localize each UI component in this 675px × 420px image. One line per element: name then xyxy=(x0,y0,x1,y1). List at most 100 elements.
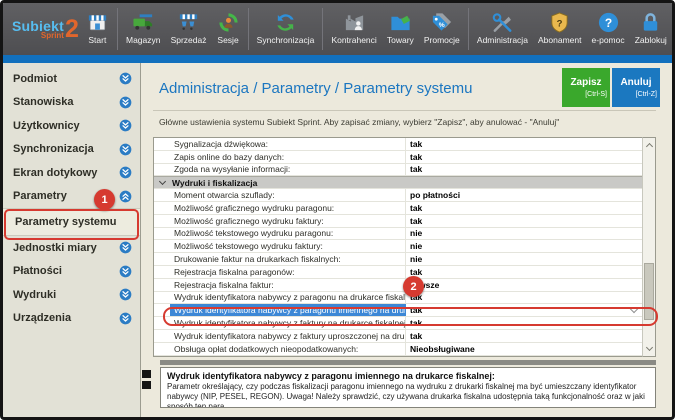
toolbar-item-synchronizacja[interactable]: Synchronizacja xyxy=(255,8,317,50)
sidebar-item-ekran-dotykowy[interactable]: Ekran dotykowy xyxy=(3,161,140,185)
price-tags-icon: % xyxy=(430,11,453,34)
param-row[interactable]: Możliwość tekstowego wydruku faktury: nie xyxy=(154,240,642,254)
param-value: po płatności xyxy=(410,190,461,201)
sidebar-item-podmiot[interactable]: Podmiot xyxy=(3,67,140,91)
row-indent xyxy=(154,343,170,355)
svg-text:%: % xyxy=(439,22,445,29)
sidebar-item-synchronizacja[interactable]: Synchronizacja xyxy=(3,138,140,162)
toolbar-item-label: Administracja xyxy=(476,35,528,45)
parameters-table-wrap: Sygnalizacja dźwiękowa: tak Zapis online d… xyxy=(153,137,656,357)
sidebar-item-parametry[interactable]: Parametry xyxy=(3,185,140,209)
chevron-down-circle-icon[interactable] xyxy=(119,241,132,254)
toolbar-item-kontrahenci[interactable]: Kontrahenci xyxy=(329,8,378,50)
toolbar-item-label: Zablokuj xyxy=(634,35,667,45)
chevron-down-circle-icon[interactable] xyxy=(119,72,132,85)
toolbar-item-abonament[interactable]: ? Abonament xyxy=(536,8,583,50)
sidebar-item-platnosci[interactable]: Płatności xyxy=(3,260,140,284)
param-label: Wydruk identyfikatora nabywcy z faktury … xyxy=(170,329,406,342)
toolbar-item-start[interactable]: Start xyxy=(84,8,111,50)
toolbar-item-administracja[interactable]: Administracja xyxy=(475,8,530,50)
param-section-row[interactable]: Wydruki i fiskalizacja xyxy=(154,176,642,190)
logo-sub: Sprint xyxy=(40,30,64,40)
toolbar-item-sprzedaz[interactable]: Sprzedaż xyxy=(169,8,209,50)
row-indent xyxy=(154,228,170,240)
param-row[interactable]: Zapis online do bazy danych: tak xyxy=(154,150,642,164)
chevron-down-circle-icon[interactable] xyxy=(119,166,132,179)
row-indent xyxy=(154,202,170,214)
toolbar-item-promocje[interactable]: % Promocje xyxy=(422,8,462,50)
breadcrumb: Administracja / Parametry / Parametry sy… xyxy=(159,80,473,97)
sidebar-item-parametry-systemu[interactable]: Parametry systemu xyxy=(3,208,140,236)
splitter-handle[interactable] xyxy=(160,359,656,365)
toolbar-item-sesje[interactable]: Sesje xyxy=(215,8,242,50)
cancel-button-shortcut: [Ctrl-Z] xyxy=(635,91,657,98)
param-label: Zgoda na wysyłanie informacji: xyxy=(170,163,406,176)
param-value: Nieobsługiwane xyxy=(410,343,475,354)
factory-person-icon xyxy=(343,11,366,34)
chevron-down-circle-icon[interactable] xyxy=(119,143,132,156)
app-window: Subiekt Sprint 2 Start Magazyn Sprzedaż Ses… xyxy=(0,0,675,420)
row-indent xyxy=(154,279,170,291)
toolbar-item-label: Promocje xyxy=(423,35,460,45)
param-row[interactable]: Drukowanie faktur na drukarkach fiskalny… xyxy=(154,253,642,266)
sidebar-item-label: Stanowiska xyxy=(13,96,74,109)
save-button[interactable]: Zapisz [Ctrl-S] xyxy=(562,68,610,107)
param-row[interactable]: Wydruk identyfikatora nabywcy z paragonu… xyxy=(154,304,642,318)
svg-text:?: ? xyxy=(557,18,563,29)
param-row[interactable]: Możliwość graficznego wydruku paragonu: t… xyxy=(154,201,642,215)
param-row[interactable]: Rejestracja fiskalna faktur: zawsze xyxy=(154,278,642,292)
param-row[interactable]: Wydruk identyfikatora nabywcy z faktury … xyxy=(154,317,642,330)
section-label: Wydruki i fiskalizacja xyxy=(172,177,258,188)
sidebar-item-jednostki-miary[interactable]: Jednostki miary xyxy=(3,236,140,260)
sidebar-item-label: Synchronizacja xyxy=(13,143,94,156)
param-row[interactable]: Zgoda na wysyłanie informacji: tak xyxy=(154,163,642,177)
toolbar-item-magazyn[interactable]: Magazyn xyxy=(124,8,163,50)
toolbar-item-label: Synchronizacja xyxy=(256,35,315,45)
toolbar-item-towary[interactable]: Towary xyxy=(385,8,416,50)
scroll-down-icon[interactable] xyxy=(645,344,653,353)
vertical-scrollbar[interactable] xyxy=(642,137,656,357)
chevron-down-circle-icon[interactable] xyxy=(119,119,132,132)
row-indent xyxy=(154,151,170,163)
description-body: Parametr określający, czy podczas fiskal… xyxy=(167,382,645,408)
sidebar-item-stanowiska[interactable]: Stanowiska xyxy=(3,91,140,115)
param-row[interactable]: Wydruk identyfikatora nabywcy z paragonu… xyxy=(154,291,642,305)
sidebar-item-wydruki[interactable]: Wydruki xyxy=(3,283,140,307)
param-label: Wydruk identyfikatora nabywcy z paragonu… xyxy=(170,291,406,304)
row-indent xyxy=(154,215,170,227)
param-row[interactable]: Wydruk identyfikatora nabywcy z faktury … xyxy=(154,329,642,343)
toolbar-item-epomoc[interactable]: ? e-pomoc xyxy=(590,8,627,50)
chevron-up-circle-icon[interactable] xyxy=(119,190,132,203)
param-value: nie xyxy=(410,241,423,252)
row-indent xyxy=(154,240,170,252)
toolbar-item-label: Towary xyxy=(386,35,414,45)
param-row[interactable]: Moment otwarcia szuflady: po płatności xyxy=(154,189,642,202)
dropdown-chevron-icon[interactable] xyxy=(629,304,639,313)
scrollbar-thumb[interactable] xyxy=(644,262,654,320)
row-indent xyxy=(154,189,170,201)
param-row[interactable]: Obsługa opłat dodatkowych nieopodatkowan… xyxy=(154,342,642,356)
param-row[interactable]: Możliwość tekstowego wydruku paragonu: ni… xyxy=(154,227,642,241)
chevron-down-circle-icon[interactable] xyxy=(119,312,132,325)
chevron-down-circle-icon[interactable] xyxy=(119,265,132,278)
param-row[interactable]: Sygnalizacja dźwiękowa: tak xyxy=(154,138,642,151)
shield-question-icon: ? xyxy=(548,11,571,34)
page-subtitle: Główne ustawienia systemu Subiekt Sprint… xyxy=(159,117,560,127)
sidebar-item-label: Jednostki miary xyxy=(13,241,97,254)
cancel-button[interactable]: Anuluj [Ctrl-Z] xyxy=(612,68,660,107)
toolbar-item-zablokuj[interactable]: Zablokuj xyxy=(633,8,669,50)
chevron-down-circle-icon[interactable] xyxy=(119,96,132,109)
param-label: Wydruk identyfikatora nabywcy z paragonu… xyxy=(170,304,406,317)
scrollbar-track[interactable] xyxy=(643,148,655,346)
toolbar-item-label: e-pomoc xyxy=(591,35,625,45)
param-label: Moment otwarcia szuflady: xyxy=(170,189,406,201)
param-row[interactable]: Możliwość graficznego wydruku faktury: ta… xyxy=(154,214,642,228)
scroll-up-icon[interactable] xyxy=(645,141,653,150)
sidebar-item-urzadzenia[interactable]: Urządzenia xyxy=(3,307,140,331)
chevron-down-circle-icon[interactable] xyxy=(119,288,132,301)
collapse-chevron-icon[interactable] xyxy=(154,177,170,188)
sidebar-item-label: Użytkownicy xyxy=(13,119,80,132)
sidebar-item-uzytkownicy[interactable]: Użytkownicy xyxy=(3,114,140,138)
param-row[interactable]: Rejestracja fiskalna paragonów: tak xyxy=(154,265,642,279)
param-value: tak xyxy=(410,138,423,149)
